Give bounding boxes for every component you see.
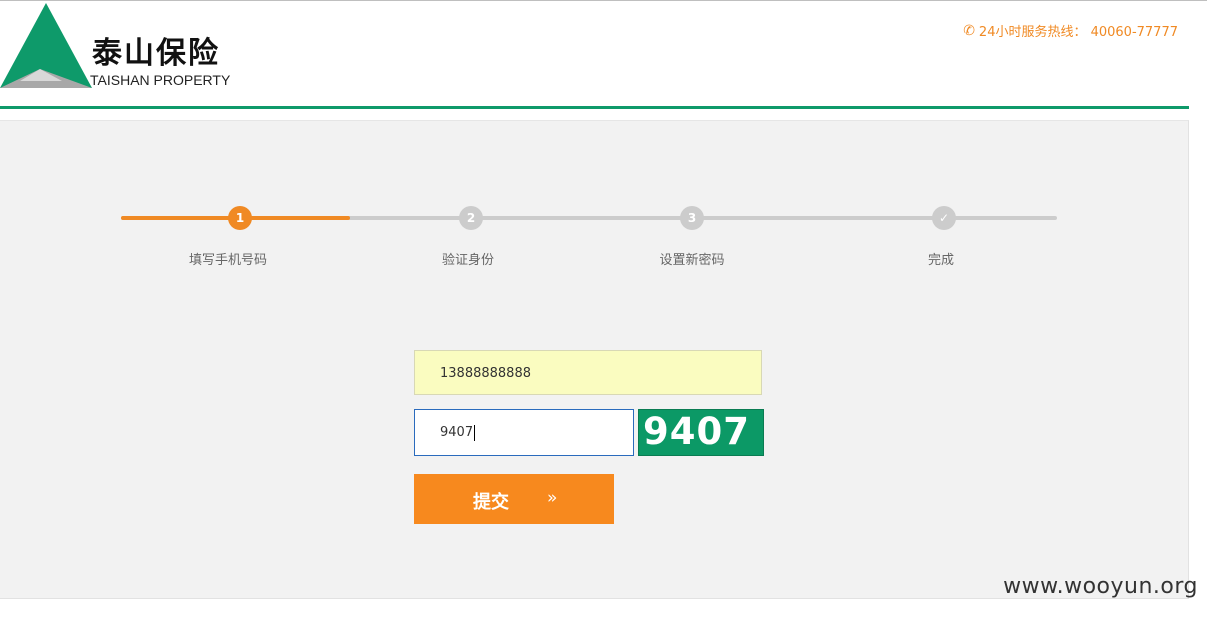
- phone-number-input[interactable]: 13888888888: [414, 350, 762, 395]
- captcha-image[interactable]: 9407: [638, 409, 764, 456]
- top-border: [0, 0, 1207, 1]
- text-caret: [474, 424, 476, 441]
- watermark: www.wooyun.org: [1003, 574, 1198, 599]
- taishan-logo-icon: [0, 3, 92, 88]
- phone-icon: ✆: [963, 22, 975, 39]
- service-hotline: ✆ 24小时服务热线： 40060-77777: [963, 21, 1178, 41]
- step-3-label: 设置新密码: [659, 253, 725, 268]
- step-2-label: 验证身份: [441, 253, 494, 268]
- step-3-indicator: 3: [680, 206, 704, 230]
- step-done-indicator: ✓: [932, 206, 956, 230]
- step-1-indicator: 1: [228, 206, 252, 230]
- brand-name-chinese: 泰山保险: [92, 36, 220, 71]
- header-divider: [0, 106, 1189, 109]
- step-done-label: 完成: [927, 253, 954, 268]
- captcha-input-value: 9407: [440, 425, 474, 440]
- step-1-label: 填写手机号码: [188, 253, 267, 268]
- double-chevron-right-icon: »: [547, 488, 558, 508]
- submit-button-label: 提交: [473, 492, 509, 513]
- brand-name-english: TAISHAN PROPERTY: [90, 72, 231, 88]
- step-2-indicator: 2: [459, 206, 483, 230]
- submit-button[interactable]: 提交 »: [414, 474, 614, 524]
- hotline-text: 24小时服务热线： 40060-77777: [978, 25, 1178, 40]
- captcha-input[interactable]: 9407: [414, 409, 634, 456]
